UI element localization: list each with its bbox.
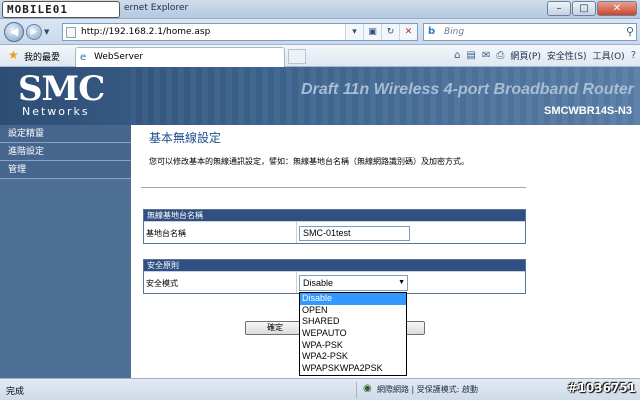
- search-icon[interactable]: ⚲: [626, 25, 634, 38]
- smc-logo: SMC: [18, 69, 105, 109]
- option-wpa2-psk[interactable]: WPA2-PSK: [300, 351, 406, 363]
- page-icon: [66, 27, 76, 38]
- status-bar: 完成 ◉ 網際網路 | 受保護模式: 啟動 #1036751: [0, 378, 640, 400]
- security-section: 安全原則 安全模式 Disable ▼: [143, 259, 526, 294]
- option-wepauto[interactable]: WEPAUTO: [300, 328, 406, 340]
- page-menu[interactable]: 網頁(P): [510, 49, 540, 62]
- option-disable[interactable]: Disable: [300, 293, 406, 305]
- maximize-button[interactable]: □: [572, 1, 596, 16]
- model-number: SMCWBR14S-N3: [543, 105, 632, 117]
- url-buttons: ▾ ▣ ↻ ✕: [345, 24, 417, 40]
- stop-icon[interactable]: ✕: [399, 24, 417, 40]
- mail-icon[interactable]: ✉: [482, 50, 490, 61]
- url-text[interactable]: http://192.168.2.1/home.asp: [81, 27, 210, 37]
- sidebar-item-setup-wizard[interactable]: 設定精靈: [0, 125, 131, 143]
- favorites-button[interactable]: 我的最愛: [24, 50, 60, 63]
- page-title: 基本無線設定: [149, 131, 222, 145]
- window-controls: – □ ✕: [547, 1, 637, 16]
- help-icon[interactable]: ?: [631, 50, 636, 61]
- sidebar-item-management[interactable]: 管理: [0, 161, 131, 179]
- tab-label: WebServer: [94, 52, 144, 62]
- forward-button[interactable]: ▶: [26, 24, 42, 40]
- search-placeholder[interactable]: Bing: [444, 27, 464, 37]
- feeds-icon[interactable]: ▤: [467, 50, 476, 61]
- ie-page-icon: e: [80, 52, 87, 63]
- tools-menu[interactable]: 工具(O): [593, 49, 625, 62]
- security-mode-label: 安全模式: [146, 279, 178, 288]
- row-divider: [296, 272, 297, 293]
- home-icon[interactable]: ⌂: [454, 50, 460, 61]
- compatibility-icon[interactable]: ▣: [363, 24, 381, 40]
- print-icon[interactable]: ⎙: [496, 50, 504, 61]
- url-field[interactable]: http://192.168.2.1/home.asp ▾ ▣ ↻ ✕: [62, 23, 418, 41]
- smc-logo-subtitle: Networks: [22, 105, 90, 118]
- status-separator: [356, 382, 357, 398]
- safety-menu[interactable]: 安全性(S): [547, 49, 587, 62]
- watermark-id: #1036751: [567, 381, 636, 395]
- history-dropdown-icon[interactable]: ▼: [44, 28, 49, 36]
- back-button[interactable]: ◀: [4, 22, 24, 42]
- option-wpa-psk[interactable]: WPA-PSK: [300, 340, 406, 352]
- url-dropdown-icon[interactable]: ▾: [345, 24, 363, 40]
- security-mode-value: Disable: [303, 278, 334, 288]
- row-divider: [296, 222, 297, 243]
- new-tab-button[interactable]: [288, 49, 306, 64]
- sidebar: 設定精靈 進階設定 管理: [0, 125, 131, 378]
- search-field[interactable]: b Bing ⚲: [423, 23, 637, 41]
- ssid-row: 基地台名稱 SMC-01test: [144, 221, 525, 243]
- tab-webserver[interactable]: e WebServer: [75, 47, 285, 67]
- favorites-bar: ★ 我的最愛 e WebServer ⌂ ▤ ✉ ⎙ 網頁(P) 安全性(S) …: [0, 45, 640, 67]
- ssid-section-header: 無線基地台名稱: [144, 210, 525, 221]
- option-wpapsk-wpa2psk[interactable]: WPAPSKWPA2PSK: [300, 363, 406, 375]
- apply-button-label: 確定: [267, 323, 283, 332]
- command-bar: ⌂ ▤ ✉ ⎙ 網頁(P) 安全性(S) 工具(O) ?: [454, 49, 636, 62]
- address-bar: ◀ ▶ ▼ http://192.168.2.1/home.asp ▾ ▣ ↻ …: [0, 19, 640, 45]
- divider: [141, 187, 526, 188]
- security-mode-options: Disable OPEN SHARED WEPAUTO WPA-PSK WPA2…: [299, 292, 407, 376]
- security-zone[interactable]: 網際網路 | 受保護模式: 啟動: [377, 384, 478, 395]
- favorites-star-icon[interactable]: ★: [8, 48, 19, 62]
- option-shared[interactable]: SHARED: [300, 316, 406, 328]
- ssid-label: 基地台名稱: [146, 229, 186, 238]
- security-mode-row: 安全模式 Disable ▼: [144, 271, 525, 293]
- title-bar: MOBILE01 ernet Explorer – □ ✕: [0, 0, 640, 19]
- chevron-down-icon[interactable]: ▼: [398, 276, 405, 290]
- security-mode-select[interactable]: Disable ▼: [299, 275, 408, 291]
- ssid-input[interactable]: SMC-01test: [299, 226, 410, 241]
- sidebar-item-advanced-setup[interactable]: 進階設定: [0, 143, 131, 161]
- close-button[interactable]: ✕: [597, 1, 637, 16]
- product-title: Draft 11n Wireless 4-port Broadband Rout…: [301, 81, 634, 98]
- refresh-icon[interactable]: ↻: [381, 24, 399, 40]
- security-section-header: 安全原則: [144, 260, 525, 271]
- ssid-section: 無線基地台名稱 基地台名稱 SMC-01test: [143, 209, 526, 244]
- router-banner: SMC Networks Draft 11n Wireless 4-port B…: [0, 67, 640, 125]
- watermark-logo: MOBILE01: [2, 1, 120, 18]
- minimize-button[interactable]: –: [547, 1, 571, 16]
- globe-icon: ◉: [363, 383, 372, 394]
- option-open[interactable]: OPEN: [300, 305, 406, 317]
- page-description: 您可以修改基本的無線通訊設定，譬如：無線基地台名稱（無線網路識別碼）及加密方式。: [149, 157, 469, 166]
- window-title: ernet Explorer: [124, 3, 189, 13]
- status-text: 完成: [6, 387, 25, 397]
- bing-icon: b: [428, 26, 436, 37]
